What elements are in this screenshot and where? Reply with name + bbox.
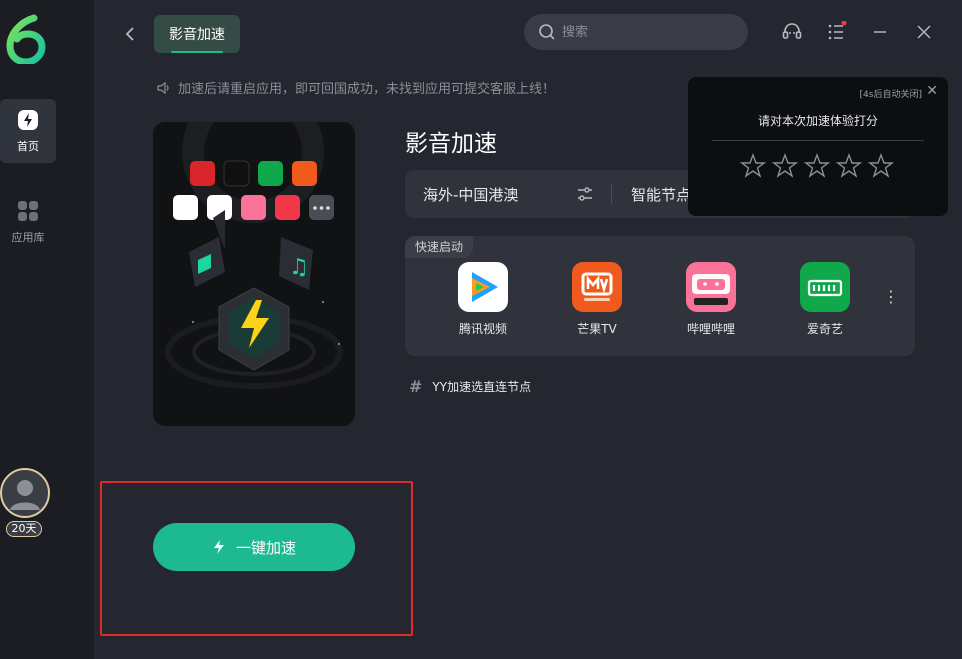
node-hint-text: YY加速选直连节点 (432, 380, 532, 394)
popup-title: 请对本次加速体验打分 (757, 114, 878, 128)
region-selector[interactable]: 海外-中国港澳 (423, 184, 518, 205)
accelerate-label: 一键加速 (235, 538, 296, 557)
star-icon[interactable] (772, 153, 798, 179)
app-name: 腾讯视频 (458, 322, 507, 336)
search-icon (539, 24, 555, 40)
star-icon[interactable] (868, 153, 894, 179)
search-input[interactable] (562, 24, 732, 40)
sidebar-item-label: 首页 (17, 140, 39, 153)
avatar[interactable] (0, 468, 50, 518)
mango-tv-icon (572, 262, 622, 312)
notice-bar: 加速后请重启应用，即可回国成功，未找到应用可提交客服上线！ (156, 78, 555, 97)
back-button[interactable] (120, 22, 140, 46)
filter-icon[interactable] (575, 184, 595, 204)
customer-service-button[interactable] (780, 20, 804, 44)
chevron-left-icon (125, 27, 134, 41)
hero-illustration: ♫ (153, 122, 355, 426)
lightning-icon (213, 540, 224, 554)
app-logo (4, 12, 48, 66)
more-options-icon[interactable]: ⋮ (883, 288, 899, 306)
close-window-button[interactable] (912, 20, 936, 44)
star-icon[interactable] (804, 153, 830, 179)
minimize-icon (874, 31, 886, 33)
app-name: 哔哩哔哩 (686, 322, 735, 336)
page-title: 影音加速 (405, 131, 497, 157)
minimize-button[interactable] (868, 20, 892, 44)
star-rating (740, 153, 900, 179)
notice-text: 加速后请重启应用，即可回国成功，未找到应用可提交客服上线！ (178, 82, 556, 97)
accelerate-button[interactable]: 一键加速 (153, 523, 355, 571)
list-menu-icon (828, 21, 847, 40)
search-bar[interactable] (524, 14, 748, 50)
app-tile-tencent-video[interactable]: 腾讯视频 (447, 262, 519, 337)
node-hint: # YY加速选直连节点 (409, 377, 531, 396)
smart-node-selector[interactable]: 智能节点 (631, 184, 691, 205)
rating-popup: [4s后自动关闭] ✕ 请对本次加速体验打分 (688, 77, 948, 216)
app-tile-mango-tv[interactable]: 芒果TV (561, 262, 633, 337)
sidebar-item-label: 应用库 (11, 231, 45, 244)
star-icon[interactable] (836, 153, 862, 179)
auto-close-countdown: [4s后自动关闭] (859, 90, 922, 100)
app-window: 首页 应用库 20天 影音加速 加速后请重启应用，即可回国成功，未找到 (0, 0, 962, 659)
headset-icon (782, 23, 802, 39)
app-tile-bilibili[interactable]: 哔哩哔哩 (675, 262, 747, 337)
app-name: 爱奇艺 (806, 322, 843, 336)
lightning-icon (16, 108, 40, 132)
sidebar: 首页 应用库 20天 (0, 0, 94, 659)
bilibili-icon (686, 262, 736, 312)
sidebar-item-app-library[interactable]: 应用库 (0, 190, 56, 254)
tencent-video-icon (458, 262, 508, 312)
menu-button[interactable] (824, 20, 848, 44)
svg-text:♫: ♫ (289, 255, 309, 280)
app-tile-iqiyi[interactable]: 爱奇艺 (789, 262, 861, 337)
sidebar-item-home[interactable]: 首页 (0, 99, 56, 163)
close-icon (917, 25, 931, 39)
hash-icon: # (409, 377, 423, 396)
vip-days-badge: 20天 (6, 521, 42, 537)
grid-icon (16, 199, 40, 223)
speaker-icon (157, 81, 169, 94)
popup-divider (712, 140, 924, 141)
app-name: 芒果TV (577, 322, 617, 336)
divider (611, 184, 612, 204)
quick-launch-label: 快速启动 (405, 236, 474, 258)
quick-launch-panel: 快速启动 腾讯视频 芒果TV 哔哩哔哩 爱奇艺 ⋮ (405, 236, 915, 356)
iqiyi-icon (800, 262, 850, 312)
tab-media-acceleration[interactable]: 影音加速 (154, 15, 240, 53)
star-icon[interactable] (740, 153, 766, 179)
popup-close-icon[interactable]: ✕ (926, 83, 938, 99)
